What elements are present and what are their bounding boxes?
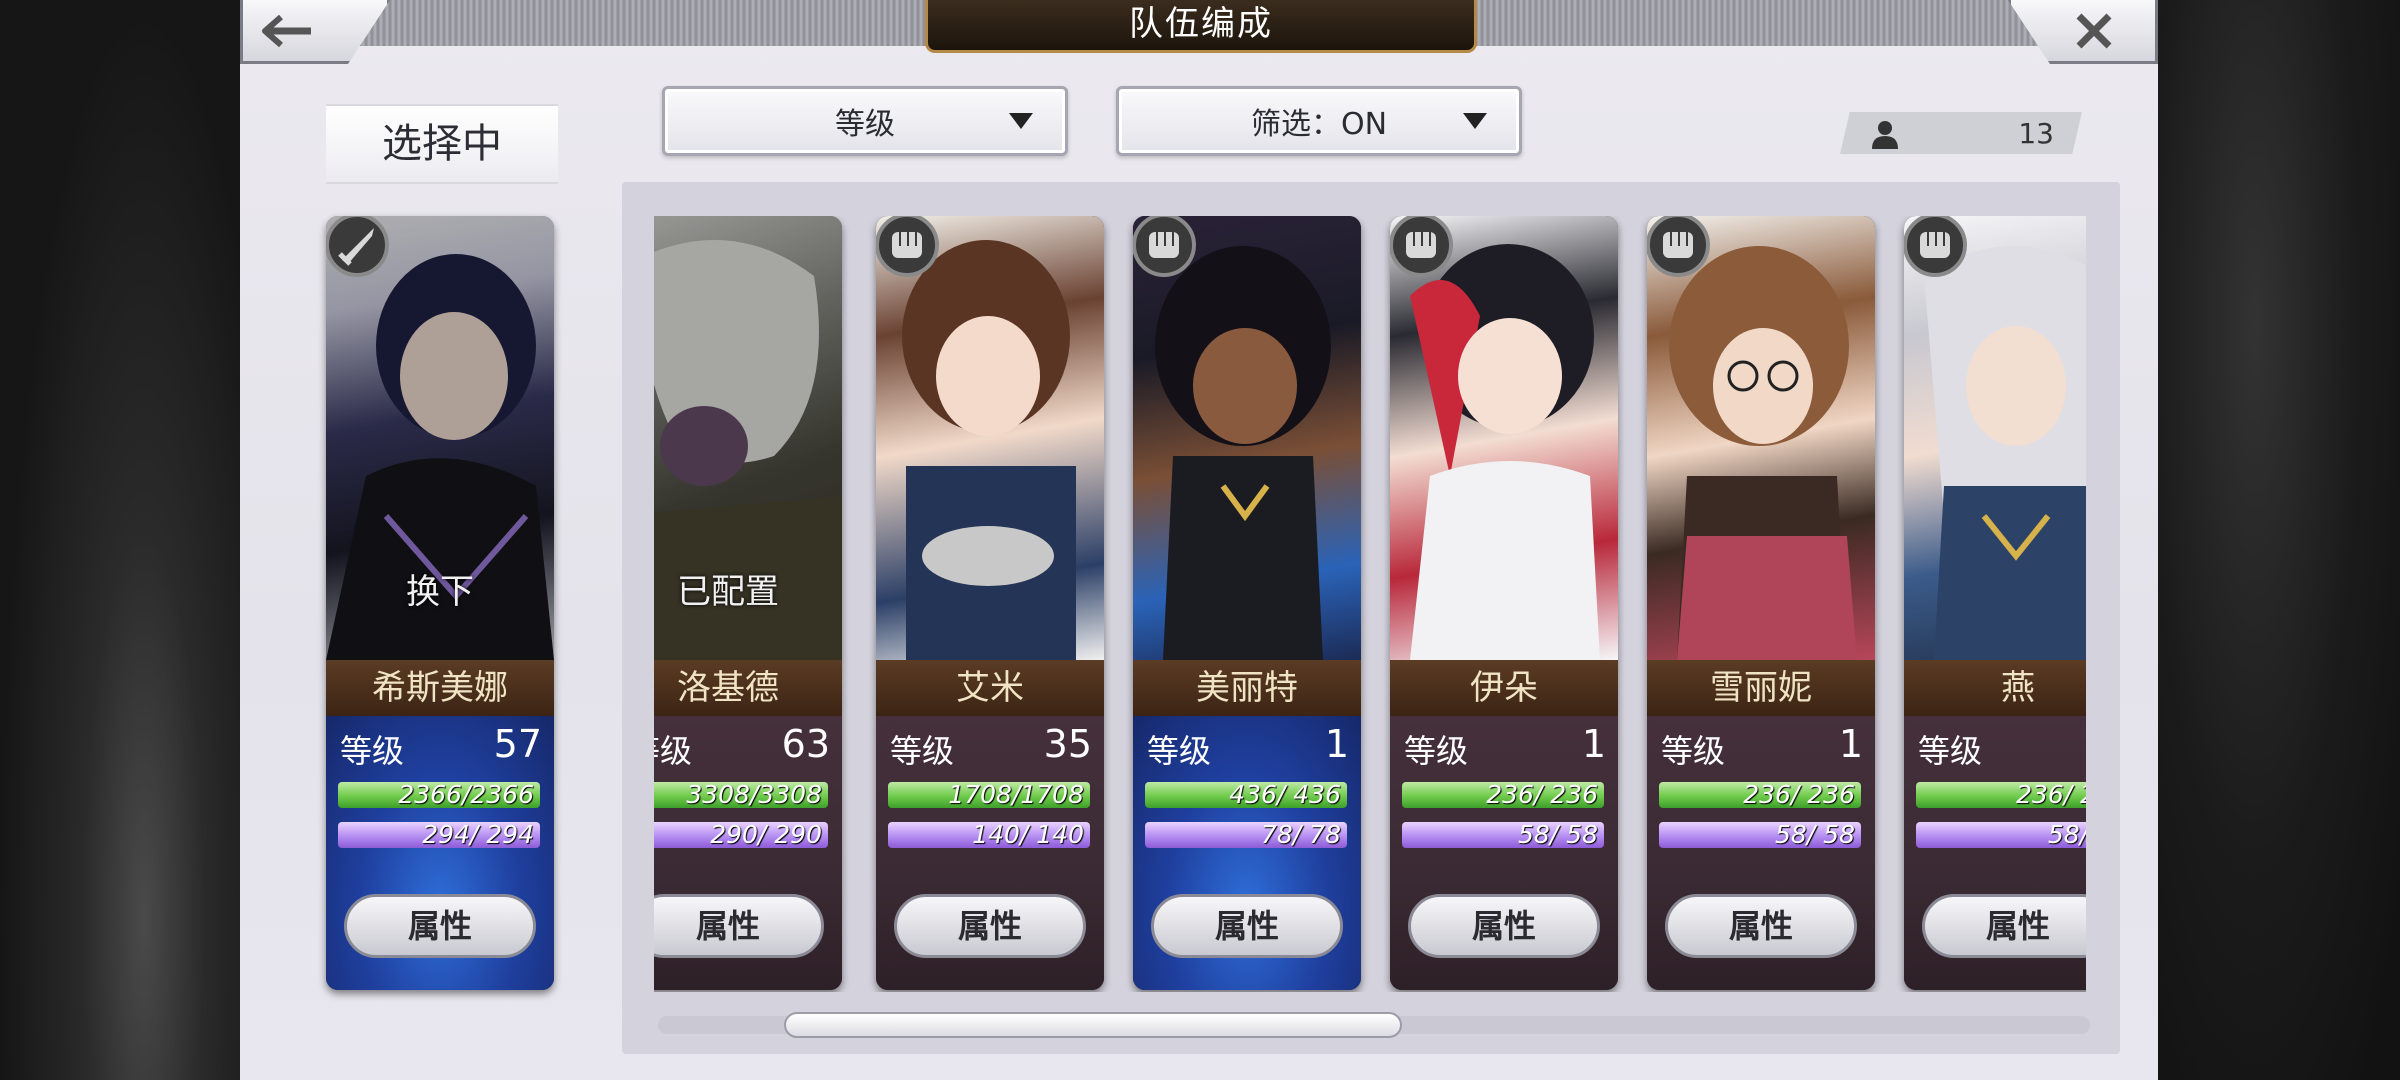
character-stats: 等级 35 1708/1708 140/ 140 属性 [876, 716, 1104, 990]
selected-character-card[interactable]: 换下 希斯美娜 等级 57 2366/2366 294/ 294 属性 [326, 216, 554, 990]
character-portrait [876, 216, 1104, 660]
character-card[interactable]: 燕 等级 236/ 23 58/ 5 属性 [1904, 216, 2086, 990]
level-value: 1 [1838, 722, 1863, 766]
back-arrow-icon [262, 14, 311, 47]
character-card[interactable]: 已配置 洛基德 等级 63 3308/3308 290/ 290 属性 [654, 216, 842, 990]
background-right-panel [2158, 0, 2400, 1080]
close-icon [2076, 13, 2112, 48]
character-stats: 等级 57 2366/2366 294/ 294 属性 [326, 716, 554, 990]
member-count: 13 [2018, 116, 2054, 150]
character-stats: 等级 1 236/ 236 58/ 58 属性 [1390, 716, 1618, 990]
fist-icon [876, 216, 939, 277]
attribute-button[interactable]: 属性 [654, 894, 824, 958]
level-label: 等级 [1661, 732, 1726, 770]
character-stats: 等级 236/ 23 58/ 5 属性 [1904, 716, 2086, 990]
attribute-button[interactable]: 属性 [1151, 894, 1343, 958]
attribute-button[interactable]: 属性 [344, 894, 536, 958]
list-scrollbar-thumb[interactable] [784, 1012, 1402, 1038]
level-label: 等级 [654, 732, 693, 770]
character-portrait [1390, 216, 1618, 660]
background-left-ornament [0, 0, 240, 1080]
level-label: 等级 [340, 732, 405, 770]
level-label: 等级 [1147, 732, 1212, 770]
fist-icon [1647, 216, 1710, 277]
fist-icon [1904, 216, 1967, 277]
card-status: 已配置 [677, 572, 779, 612]
character-card[interactable]: 美丽特 等级 1 436/ 436 78/ 78 属性 [1133, 216, 1361, 990]
mp-bar: 58/ 5 [1916, 822, 2086, 848]
hp-bar: 3308/3308 [654, 782, 828, 808]
hp-bar: 1708/1708 [888, 782, 1090, 808]
level-value: 1 [1324, 722, 1349, 766]
level-value: 35 [1043, 722, 1092, 766]
mp-bar: 290/ 290 [654, 822, 828, 848]
level-label: 等级 [1918, 732, 1983, 770]
character-name: 洛基德 [654, 660, 842, 716]
character-portrait [1133, 216, 1361, 660]
character-stats: 等级 1 436/ 436 78/ 78 属性 [1133, 716, 1361, 990]
mp-bar: 58/ 58 [1659, 822, 1861, 848]
character-stats: 等级 63 3308/3308 290/ 290 属性 [654, 716, 842, 990]
chevron-down-icon [1463, 113, 1487, 129]
hp-bar: 436/ 436 [1145, 782, 1347, 808]
fist-icon [1390, 216, 1453, 277]
character-name: 雪丽妮 [1647, 660, 1875, 716]
character-name: 美丽特 [1133, 660, 1361, 716]
level-value: 1 [1581, 722, 1606, 766]
hp-bar: 236/ 236 [1659, 782, 1861, 808]
sort-dropdown-label: 等级 [835, 107, 895, 142]
character-card[interactable]: 艾米 等级 35 1708/1708 140/ 140 属性 [876, 216, 1104, 990]
fist-icon [654, 216, 656, 280]
character-card[interactable]: 伊朵 等级 1 236/ 236 58/ 58 属性 [1390, 216, 1618, 990]
attribute-button[interactable]: 属性 [1408, 894, 1600, 958]
attribute-button[interactable]: 属性 [1665, 894, 1857, 958]
page-title: 队伍编成 [925, 0, 1477, 53]
character-name: 燕 [1904, 660, 2086, 716]
mp-bar: 58/ 58 [1402, 822, 1604, 848]
character-name: 伊朵 [1390, 660, 1618, 716]
sort-dropdown[interactable]: 等级 [662, 86, 1068, 156]
character-name: 希斯美娜 [326, 660, 554, 716]
character-portrait [1647, 216, 1875, 660]
sword-icon [326, 216, 389, 277]
character-portrait [1904, 216, 2086, 660]
filter-dropdown[interactable]: 筛选：ON [1116, 86, 1522, 156]
attribute-button[interactable]: 属性 [894, 894, 1086, 958]
level-label: 等级 [890, 732, 955, 770]
selecting-label: 选择中 [326, 104, 558, 184]
level-value: 63 [781, 722, 830, 766]
hp-bar: 236/ 23 [1916, 782, 2086, 808]
mp-bar: 294/ 294 [338, 822, 540, 848]
person-icon [1872, 121, 1898, 149]
character-name: 艾米 [876, 660, 1104, 716]
mp-bar: 140/ 140 [888, 822, 1090, 848]
card-status: 换下 [406, 572, 474, 612]
hp-bar: 2366/2366 [338, 782, 540, 808]
hp-bar: 236/ 236 [1402, 782, 1604, 808]
fist-icon [1133, 216, 1196, 277]
member-counter: 13 [1840, 112, 2082, 154]
chevron-down-icon [1009, 113, 1033, 129]
attribute-button[interactable]: 属性 [1922, 894, 2086, 958]
level-value: 57 [493, 722, 542, 766]
character-list[interactable]: 已配置 洛基德 等级 63 3308/3308 290/ 290 属性 [654, 216, 2086, 992]
character-stats: 等级 1 236/ 236 58/ 58 属性 [1647, 716, 1875, 990]
mp-bar: 78/ 78 [1145, 822, 1347, 848]
filter-dropdown-label: 筛选：ON [1250, 107, 1388, 142]
level-label: 等级 [1404, 732, 1469, 770]
character-card[interactable]: 雪丽妮 等级 1 236/ 236 58/ 58 属性 [1647, 216, 1875, 990]
